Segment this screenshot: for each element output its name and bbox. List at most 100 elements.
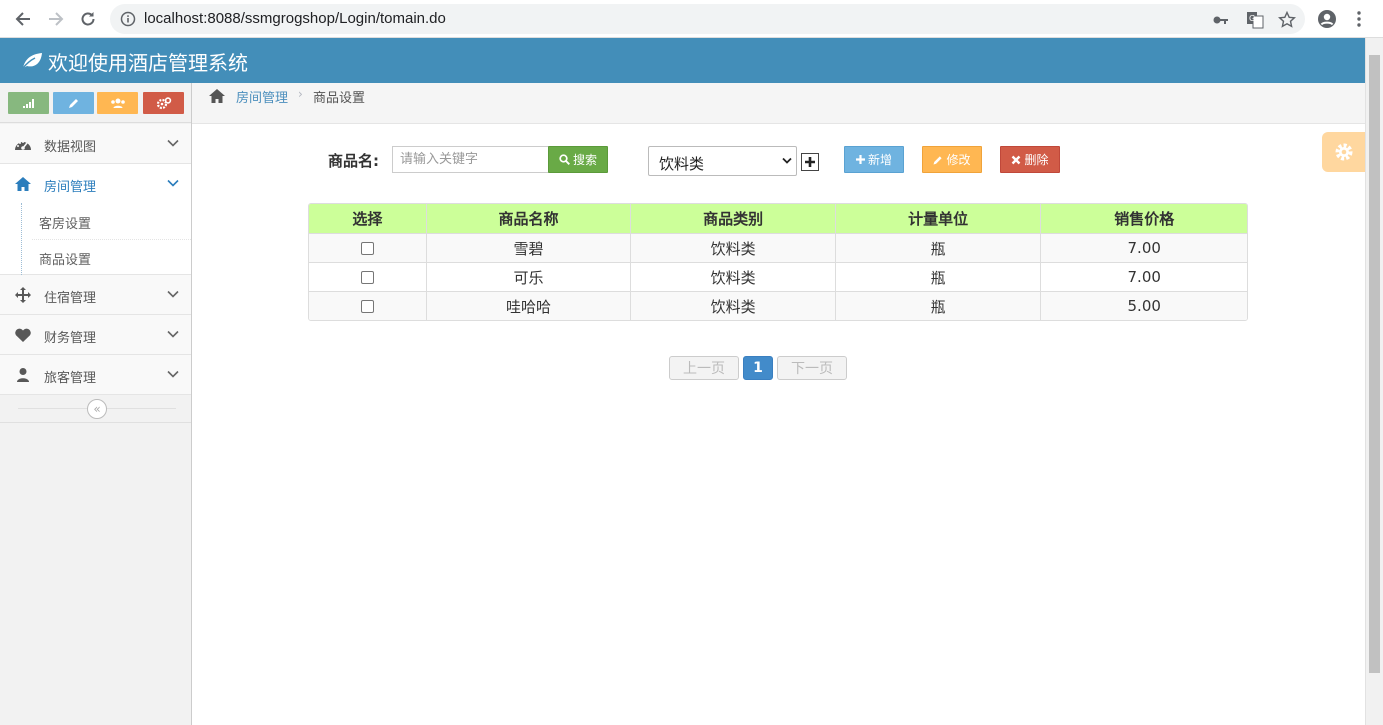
cell-category: 饮料类 bbox=[630, 234, 835, 262]
cell-price: 7.00 bbox=[1040, 263, 1247, 291]
table-header-cell: 销售价格 bbox=[1040, 204, 1247, 233]
sidebar-item-finance[interactable]: 财务管理 bbox=[0, 315, 191, 355]
sidebar-item-label: 数据视图 bbox=[44, 140, 97, 155]
cell-unit: 瓶 bbox=[834, 263, 1041, 291]
add-button[interactable]: 新增 bbox=[844, 146, 904, 173]
sidebar-item-lodging[interactable]: 住宿管理 bbox=[0, 275, 191, 315]
plus-icon bbox=[805, 157, 815, 167]
cell-name: 雪碧 bbox=[425, 234, 631, 262]
cell-unit: 瓶 bbox=[834, 292, 1041, 320]
sidebar-shortcuts bbox=[0, 83, 191, 123]
users-icon bbox=[110, 98, 125, 108]
row-select-cell bbox=[309, 292, 426, 320]
row-checkbox[interactable] bbox=[360, 299, 374, 313]
move-icon bbox=[15, 287, 31, 303]
forward-icon[interactable] bbox=[45, 8, 67, 30]
sidebar-subitem-label: 客房设置 bbox=[39, 217, 92, 232]
row-checkbox[interactable] bbox=[360, 241, 374, 255]
sidebar-submenu: 客房设置 商品设置 bbox=[0, 203, 191, 275]
add-category-button[interactable] bbox=[801, 153, 819, 171]
address-bar[interactable]: localhost:8088/ssmgrogshop/Login/tomain.… bbox=[110, 4, 1305, 34]
shortcut-stats-button[interactable] bbox=[8, 92, 49, 114]
svg-text:G: G bbox=[1249, 14, 1255, 23]
breadcrumb: 房间管理 › 商品设置 bbox=[192, 83, 1365, 124]
key-icon[interactable] bbox=[1212, 11, 1230, 29]
shortcut-settings-button[interactable] bbox=[143, 92, 184, 114]
sidebar-subitem-goods-settings[interactable]: 商品设置 bbox=[0, 239, 191, 275]
table-row[interactable]: 可乐 饮料类 瓶 7.00 bbox=[309, 262, 1247, 291]
page-number-button[interactable]: 1 bbox=[743, 356, 773, 380]
add-button-label: 新增 bbox=[867, 153, 892, 167]
search-button[interactable]: 搜索 bbox=[548, 146, 608, 173]
url-text[interactable]: localhost:8088/ssmgrogshop/Login/tomain.… bbox=[144, 10, 446, 27]
delete-button-label: 删除 bbox=[1024, 153, 1049, 167]
breadcrumb-current: 商品设置 bbox=[313, 91, 366, 106]
table-row[interactable]: 雪碧 饮料类 瓶 7.00 bbox=[309, 233, 1247, 262]
delete-button[interactable]: 删除 bbox=[1000, 146, 1060, 173]
cogs-icon bbox=[156, 96, 171, 109]
shortcut-edit-button[interactable] bbox=[53, 92, 94, 114]
dashboard-icon bbox=[15, 141, 31, 150]
sidebar-item-label: 房间管理 bbox=[44, 180, 97, 195]
sidebar-item-dashboard[interactable]: 数据视图 bbox=[0, 124, 191, 164]
table-header-cell: 商品名称 bbox=[425, 204, 631, 233]
settings-button[interactable] bbox=[1322, 132, 1365, 172]
search-button-label: 搜索 bbox=[572, 153, 597, 167]
home-icon bbox=[209, 89, 225, 103]
category-select[interactable]: 饮料类 bbox=[648, 146, 797, 176]
next-page-button[interactable]: 下一页 bbox=[777, 356, 847, 380]
scrollbar-thumb[interactable] bbox=[1369, 55, 1380, 673]
reload-icon[interactable] bbox=[77, 8, 99, 30]
sidebar-item-label: 旅客管理 bbox=[44, 371, 97, 386]
star-icon[interactable] bbox=[1278, 11, 1296, 29]
edit-button[interactable]: 修改 bbox=[922, 146, 982, 173]
table-header-cell: 计量单位 bbox=[834, 204, 1041, 233]
menu-icon[interactable] bbox=[1355, 10, 1363, 28]
page-scrollbar[interactable] bbox=[1365, 38, 1383, 725]
table-header-row: 选择 商品名称 商品类别 计量单位 销售价格 bbox=[309, 204, 1247, 233]
chevron-down-icon bbox=[167, 179, 179, 187]
table-header-cell: 商品类别 bbox=[630, 204, 835, 233]
info-icon[interactable] bbox=[120, 11, 136, 27]
goods-table: 选择 商品名称 商品类别 计量单位 销售价格 雪碧 饮料类 瓶 7.00 可乐 … bbox=[308, 203, 1248, 321]
sidebar: 数据视图 房间管理 客房设置 商品设置 住宿管理 财务管理 旅客管理 « bbox=[0, 83, 192, 725]
cell-name: 可乐 bbox=[425, 263, 631, 291]
edit-button-label: 修改 bbox=[946, 153, 971, 167]
pencil-icon bbox=[933, 155, 943, 164]
sidebar-item-guests[interactable]: 旅客管理 bbox=[0, 355, 191, 395]
sidebar-subitem-label: 商品设置 bbox=[39, 253, 92, 268]
sidebar-item-room[interactable]: 房间管理 bbox=[0, 164, 191, 204]
sidebar-subitem-room-settings[interactable]: 客房设置 bbox=[0, 203, 191, 239]
row-checkbox[interactable] bbox=[360, 270, 374, 284]
breadcrumb-parent-link[interactable]: 房间管理 bbox=[236, 87, 288, 106]
back-icon[interactable] bbox=[12, 8, 34, 30]
double-left-icon[interactable]: « bbox=[87, 399, 107, 419]
account-icon[interactable] bbox=[1317, 9, 1337, 29]
translate-icon[interactable]: G bbox=[1246, 11, 1264, 29]
sidebar-item-label: 财务管理 bbox=[44, 331, 97, 346]
search-input[interactable] bbox=[392, 146, 549, 173]
category-select-value: 饮料类 bbox=[659, 155, 705, 173]
row-select-cell bbox=[309, 234, 426, 262]
plus-icon bbox=[855, 155, 865, 164]
shortcut-users-button[interactable] bbox=[97, 92, 138, 114]
chevron-down-icon bbox=[167, 290, 179, 298]
user-icon bbox=[17, 368, 29, 382]
cell-category: 饮料类 bbox=[630, 292, 835, 320]
home-icon bbox=[15, 177, 31, 191]
gear-icon bbox=[1335, 143, 1352, 161]
product-name-label: 商品名: bbox=[328, 152, 379, 170]
signal-icon bbox=[22, 99, 34, 108]
chevron-down-icon bbox=[167, 139, 179, 147]
app-title: 欢迎使用酒店管理系统 bbox=[48, 51, 248, 75]
cell-price: 7.00 bbox=[1040, 234, 1247, 262]
leaf-icon bbox=[22, 53, 42, 69]
table-header-cell: 选择 bbox=[352, 210, 383, 228]
prev-page-button[interactable]: 上一页 bbox=[669, 356, 739, 380]
search-icon bbox=[559, 154, 570, 165]
cell-category: 饮料类 bbox=[630, 263, 835, 291]
cell-name: 哇哈哈 bbox=[425, 292, 631, 320]
chevron-down-icon bbox=[167, 330, 179, 338]
heart-icon bbox=[15, 328, 31, 342]
table-row[interactable]: 哇哈哈 饮料类 瓶 5.00 bbox=[309, 291, 1247, 320]
